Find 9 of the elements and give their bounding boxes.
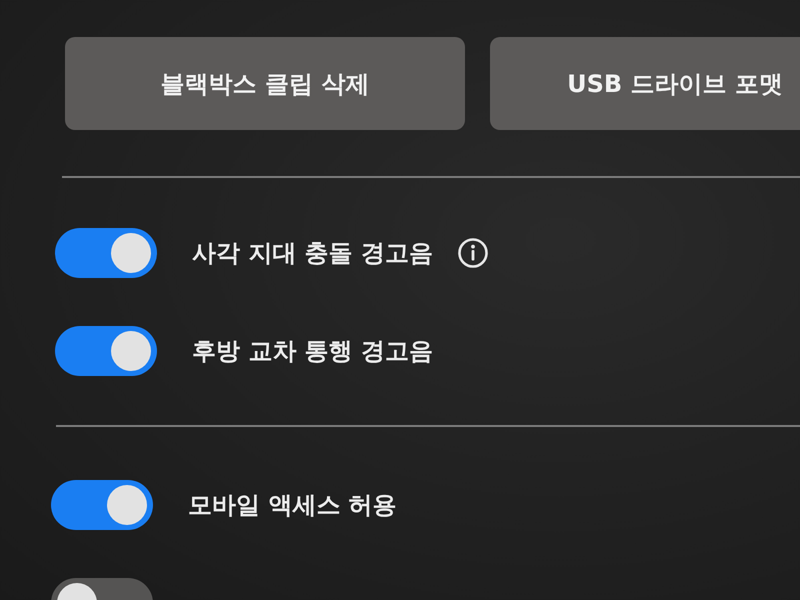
toggle-switch[interactable] [51,480,153,530]
setting-label: 모바일 액세스 허용 [188,490,397,521]
info-icon[interactable] [458,238,488,268]
setting-label: 후방 교차 통행 경고음 [192,336,434,367]
action-button[interactable]: USB 드라이브 포맷 [490,37,800,130]
action-button[interactable]: 블랙박스 클립 삭제 [65,37,465,130]
toggle-switch[interactable] [55,326,157,376]
setting-label: 사각 지대 충돌 경고음 [192,238,434,269]
toggle-switch[interactable] [55,228,157,278]
